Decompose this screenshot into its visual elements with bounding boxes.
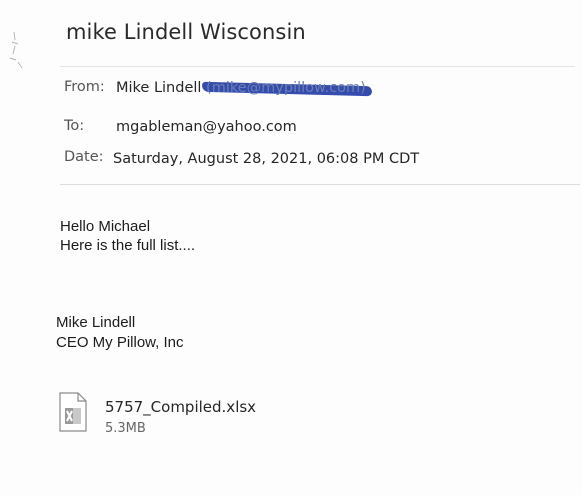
header-divider-bottom: [60, 184, 580, 185]
email-subject: mike Lindell Wisconsin: [66, 20, 306, 44]
attachment-size: 5.3MB: [105, 421, 146, 436]
date-label: Date:: [64, 149, 104, 165]
email-body-line: Here is the full list....: [60, 237, 196, 254]
from-name: Mike Lindell: [116, 80, 202, 96]
from-label: From:: [64, 79, 105, 95]
signature-name: Mike Lindell: [56, 314, 136, 331]
header-divider-top: [60, 66, 575, 67]
to-label: To:: [64, 118, 85, 134]
attachment-item[interactable]: 5757_Compiled.xlsx 5.3MB: [58, 390, 288, 440]
signature-title: CEO My Pillow, Inc: [56, 334, 184, 351]
scan-artifact-mark: [9, 31, 23, 69]
excel-file-icon: [59, 392, 87, 432]
redacted-email-address: (mike@mypillow.com): [201, 80, 372, 97]
date-value: Saturday, August 28, 2021, 06:08 PM CDT: [113, 151, 420, 167]
attachment-filename[interactable]: 5757_Compiled.xlsx: [105, 398, 256, 416]
from-value: Mike Lindell (mike@mypillow.com): [116, 80, 372, 97]
email-printout: mike Lindell Wisconsin From: Mike Lindel…: [0, 0, 582, 495]
email-greeting: Hello Michael: [60, 218, 151, 235]
to-value: mgableman@yahoo.com: [116, 119, 297, 135]
